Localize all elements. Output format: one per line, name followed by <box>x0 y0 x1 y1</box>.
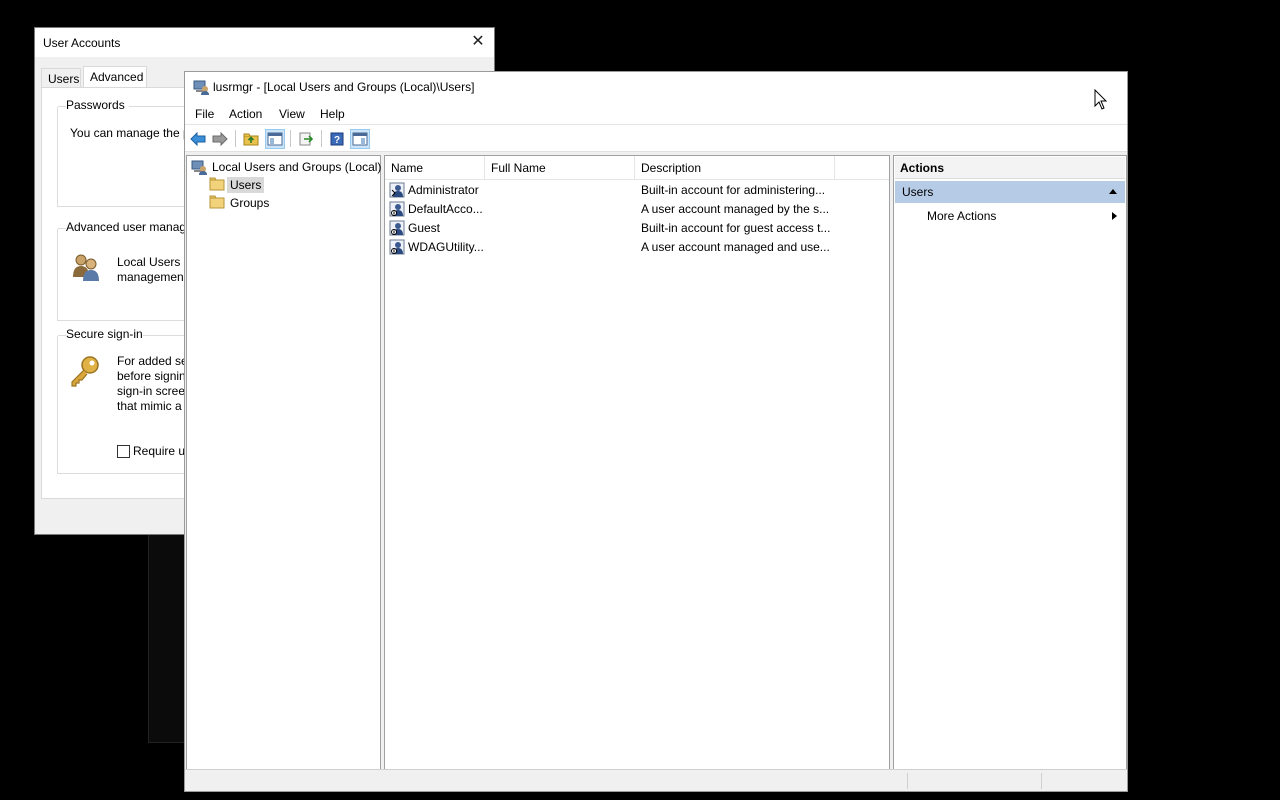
secure-signin-heading: Secure sign-in <box>66 327 143 341</box>
cell-full-name <box>491 181 631 200</box>
mouse-cursor-icon <box>1094 88 1108 114</box>
actions-section-label: Users <box>902 185 934 199</box>
menu-file[interactable]: File <box>195 107 214 121</box>
cell-description: Built-in account for administering... <box>641 183 826 197</box>
more-actions-item[interactable]: More Actions <box>895 205 1125 227</box>
result-list-pane: Name Full Name Description Administrator… <box>384 155 890 770</box>
svg-text:?: ? <box>334 135 340 146</box>
computer-management-icon <box>193 79 209 95</box>
tree-item-groups[interactable]: Groups <box>209 194 272 212</box>
passwords-text: You can manage the p <box>70 126 190 140</box>
secure-signin-line-2: before signin <box>117 369 186 383</box>
list-header: Name Full Name Description <box>385 156 889 180</box>
require-checkbox-label[interactable]: Require us <box>133 444 191 459</box>
menu-action[interactable]: Action <box>229 107 262 121</box>
tree-item-groups-label: Groups <box>230 196 270 210</box>
column-header-description[interactable]: Description <box>635 156 835 180</box>
table-row[interactable]: Guest Built-in account for guest access … <box>385 219 889 238</box>
status-bar <box>185 769 1127 791</box>
passwords-heading: Passwords <box>66 98 129 112</box>
back-icon[interactable] <box>188 129 208 149</box>
window-title: lusrmgr - [Local Users and Groups (Local… <box>213 80 475 94</box>
local-users-groups-icon <box>191 159 209 175</box>
tree-item-users[interactable]: Users <box>209 176 265 194</box>
table-row[interactable]: Administrator Built-in account for admin… <box>385 181 889 200</box>
show-hide-tree-icon[interactable] <box>265 129 285 149</box>
cell-full-name <box>491 219 631 238</box>
show-hide-action-pane-icon[interactable] <box>350 129 370 149</box>
collapse-arrow-icon[interactable] <box>1109 189 1117 194</box>
advanced-user-text-2: managemen <box>117 270 184 284</box>
cell-description: A user account managed by the s... <box>641 202 830 216</box>
advanced-user-text-1: Local Users a <box>117 255 191 269</box>
cell-description: A user account managed and use... <box>641 240 830 254</box>
advanced-user-heading: Advanced user manag <box>66 220 187 234</box>
console-tree-pane: Local Users and Groups (Local) Users Gro… <box>186 155 381 770</box>
tab-advanced[interactable]: Advanced <box>83 66 147 88</box>
user-icon <box>389 220 409 239</box>
menu-view[interactable]: View <box>279 107 305 121</box>
tree-root[interactable]: Local Users and Groups (Local) <box>191 158 384 176</box>
menu-bar: File Action View Help <box>185 103 1127 125</box>
close-icon[interactable]: ✕ <box>468 32 488 52</box>
help-icon[interactable]: ? <box>327 129 347 149</box>
up-folder-icon[interactable] <box>241 129 261 149</box>
folder-icon <box>209 177 227 193</box>
window-title: User Accounts <box>43 36 121 50</box>
key-icon <box>68 354 102 391</box>
forward-icon[interactable] <box>210 129 230 149</box>
secure-signin-line-3: sign-in scree <box>117 384 186 398</box>
actions-section-users[interactable]: Users <box>895 181 1125 203</box>
table-row[interactable]: DefaultAcco... A user account managed by… <box>385 200 889 219</box>
background-window-fragment <box>148 535 184 743</box>
toolbar: ? <box>185 125 1127 152</box>
user-icon <box>389 201 409 220</box>
actions-header: Actions <box>895 157 1125 179</box>
tab-users[interactable]: Users <box>41 68 81 87</box>
require-checkbox[interactable] <box>117 445 130 458</box>
secure-signin-line-1: For added se <box>117 354 188 368</box>
column-header-name[interactable]: Name <box>385 156 485 180</box>
user-icon <box>389 182 409 201</box>
cell-description: Built-in account for guest access t... <box>641 221 831 235</box>
users-group-icon <box>70 251 102 286</box>
tree-root-label: Local Users and Groups (Local) <box>212 160 382 174</box>
user-icon <box>389 239 409 258</box>
user-accounts-titlebar[interactable]: User Accounts ✕ <box>35 28 494 57</box>
column-header-full-name[interactable]: Full Name <box>485 156 635 180</box>
actions-pane: Actions Users More Actions <box>893 155 1127 770</box>
lusrmgr-titlebar[interactable]: lusrmgr - [Local Users and Groups (Local… <box>185 72 1127 103</box>
lusrmgr-window: lusrmgr - [Local Users and Groups (Local… <box>184 71 1128 792</box>
tree-item-users-label: Users <box>227 177 265 193</box>
table-row[interactable]: WDAGUtility... A user account managed an… <box>385 238 889 257</box>
secure-signin-line-4: that mimic a <box>117 399 182 413</box>
export-list-icon[interactable] <box>296 129 316 149</box>
cell-full-name <box>491 238 631 257</box>
menu-help[interactable]: Help <box>320 107 345 121</box>
cell-full-name <box>491 200 631 219</box>
more-actions-label: More Actions <box>927 209 997 223</box>
folder-icon <box>209 195 227 211</box>
submenu-arrow-icon <box>1112 212 1117 220</box>
